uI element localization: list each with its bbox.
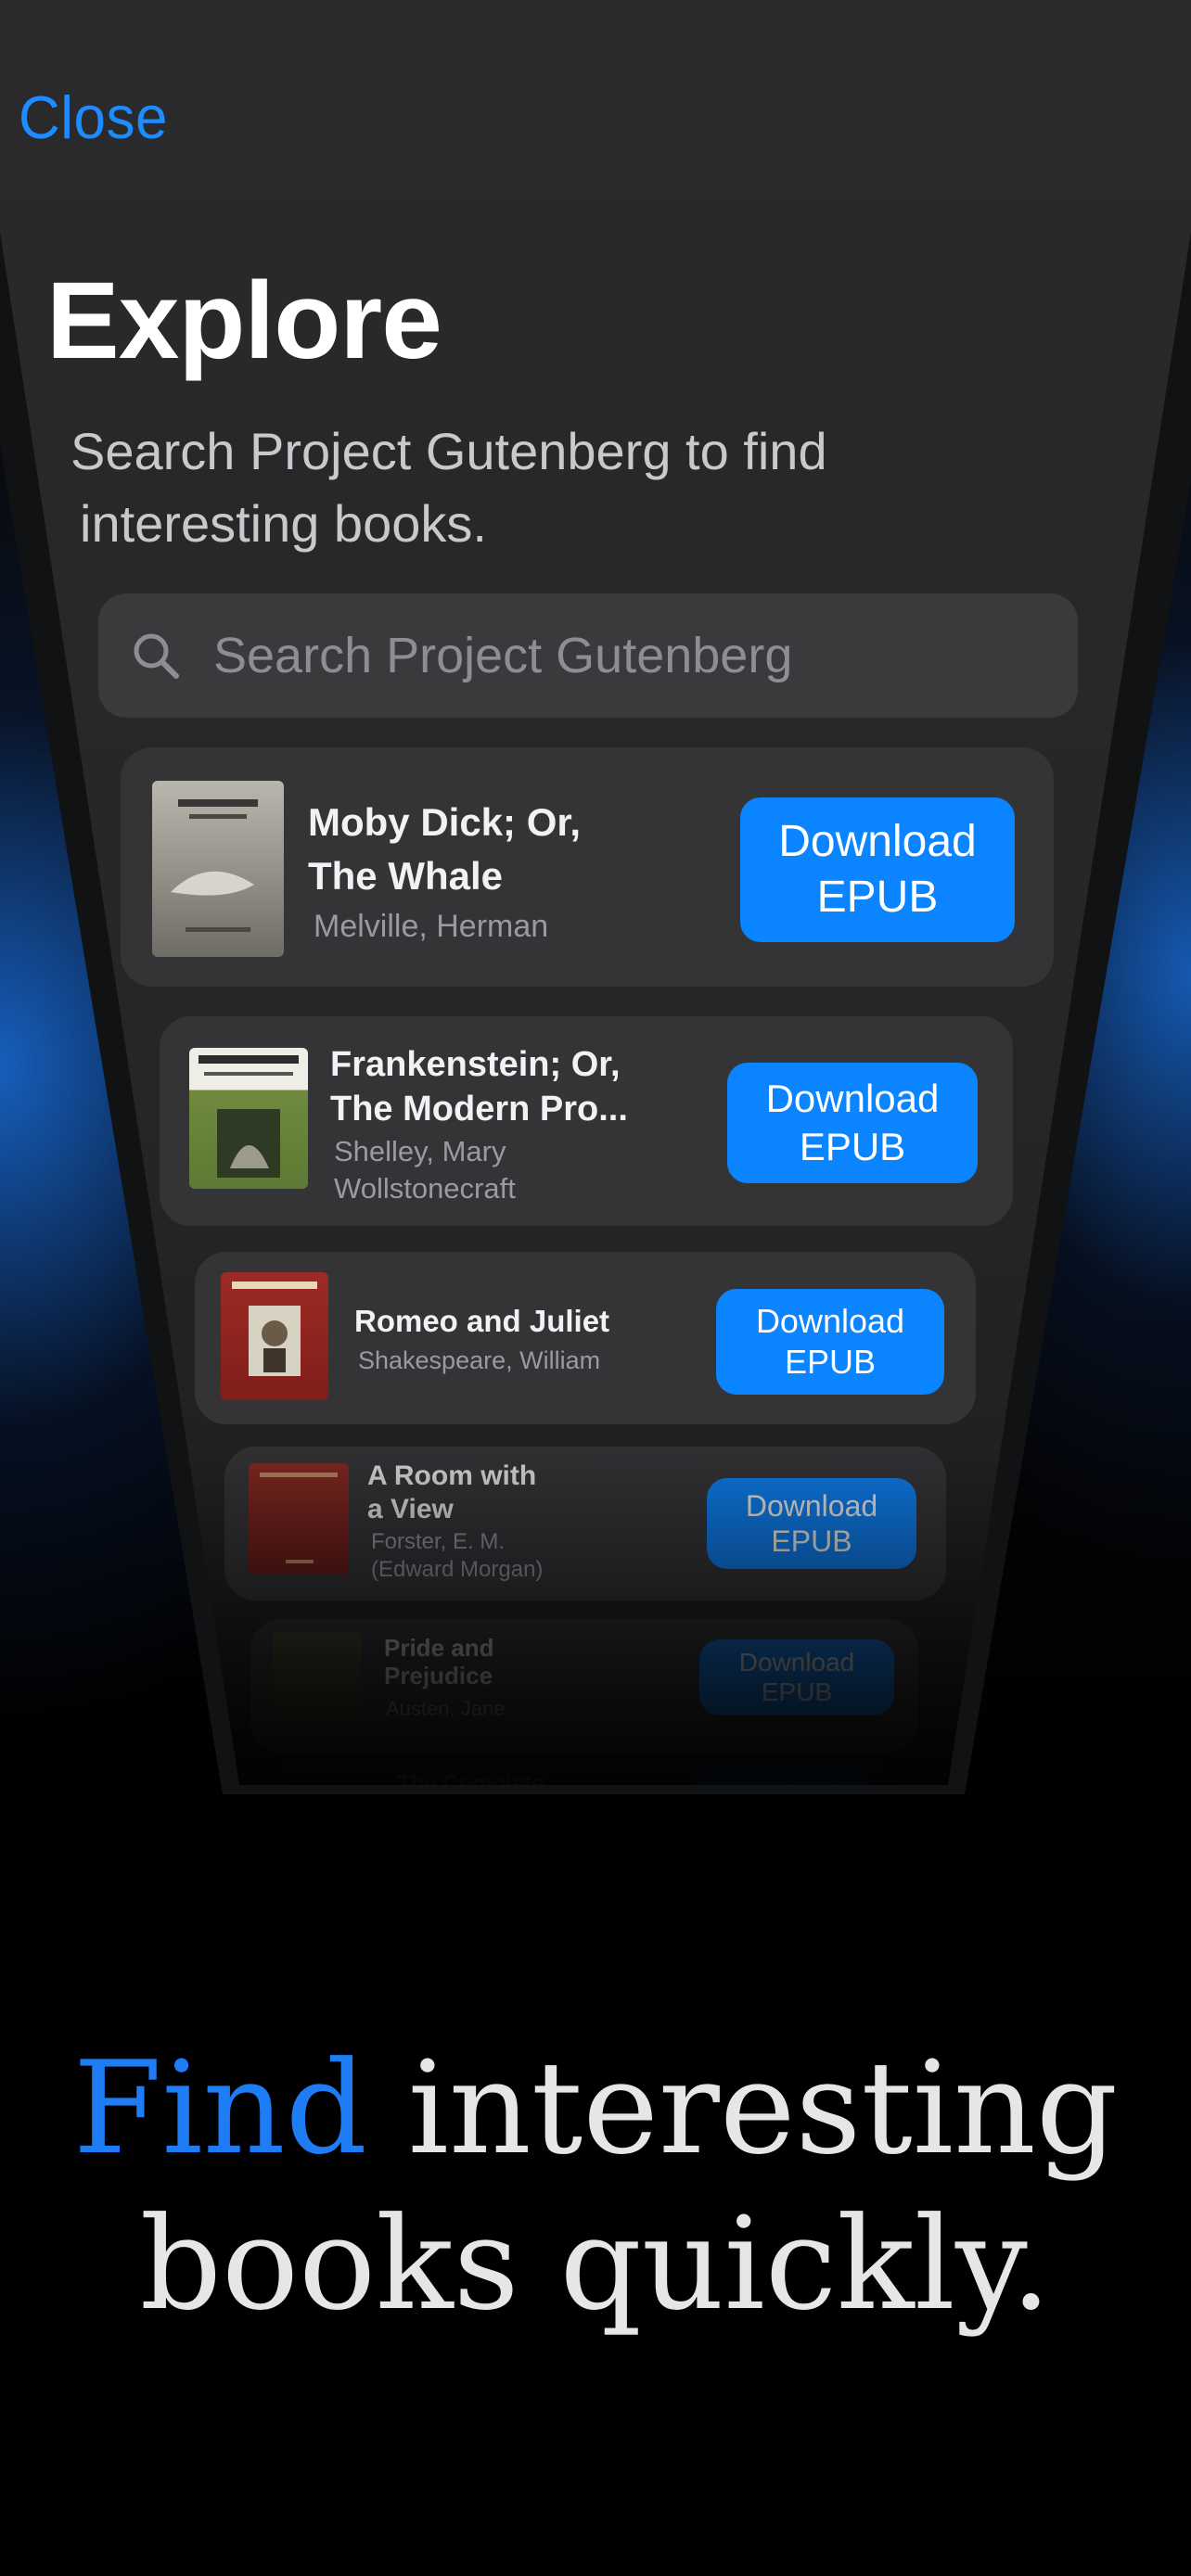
subtitle-line-1: Search Project Gutenberg to find xyxy=(70,422,827,480)
book-title: Pride and Prejudice xyxy=(384,1634,494,1690)
list-item[interactable]: Pride and Prejudice Austen, Jane Downloa… xyxy=(250,1619,918,1753)
download-epub-button[interactable]: Download EPUB xyxy=(707,1478,916,1569)
list-item[interactable]: A Room with a View Forster, E. M. (Edwar… xyxy=(224,1447,946,1600)
book-author: Shelley, Mary Wollstonecraft xyxy=(334,1135,516,1205)
download-epub-button[interactable]: Download EPUB xyxy=(740,797,1015,942)
download-epub-button[interactable]: Download EPUB xyxy=(716,1289,944,1395)
book-author: Austen, Jane xyxy=(386,1697,506,1720)
tagline-line-1: Find interesting xyxy=(0,2031,1191,2187)
list-item[interactable]: Romeo and Juliet Shakespeare, William Do… xyxy=(195,1252,976,1424)
book-title: Moby Dick; Or, The Whale xyxy=(308,800,582,898)
list-item[interactable]: Frankenstein; Or, The Modern Pro... Shel… xyxy=(160,1016,1013,1226)
close-button[interactable]: Close xyxy=(19,83,168,153)
tagline-line-2: books quickly. xyxy=(139,2189,1052,2339)
download-epub-button[interactable]: Download EPUB xyxy=(699,1639,894,1715)
list-item[interactable]: Moby Dick; Or, The Whale Melville, Herma… xyxy=(121,747,1054,987)
tagline-highlight: Find xyxy=(72,2034,367,2183)
book-author: Melville, Herman xyxy=(314,909,549,944)
book-cover xyxy=(221,1272,328,1400)
book-cover xyxy=(152,781,284,957)
book-title: A Room with a View xyxy=(367,1460,537,1524)
page-title: Explore xyxy=(46,260,442,382)
search-icon xyxy=(130,630,182,682)
book-cover xyxy=(249,1463,349,1575)
download-epub-button[interactable]: Download EPUB xyxy=(727,1063,978,1183)
search-field[interactable]: Search Project Gutenberg xyxy=(98,593,1078,718)
tagline: Find interesting books quickly. xyxy=(0,2031,1191,2342)
search-placeholder: Search Project Gutenberg xyxy=(213,628,793,683)
book-title: Romeo and Juliet xyxy=(354,1304,610,1338)
book-author: Shakespeare, William xyxy=(358,1346,601,1374)
subtitle-line-2: interesting books. xyxy=(80,494,487,553)
page-subtitle: Search Project Gutenberg to find interes… xyxy=(70,415,868,560)
book-cover xyxy=(273,1632,362,1725)
book-author: Forster, E. M. (Edward Morgan) xyxy=(371,1529,544,1582)
book-title: Frankenstein; Or, The Modern Pro... xyxy=(330,1045,628,1129)
tagline-rest: interesting xyxy=(366,2034,1119,2183)
book-cover xyxy=(189,1048,308,1189)
